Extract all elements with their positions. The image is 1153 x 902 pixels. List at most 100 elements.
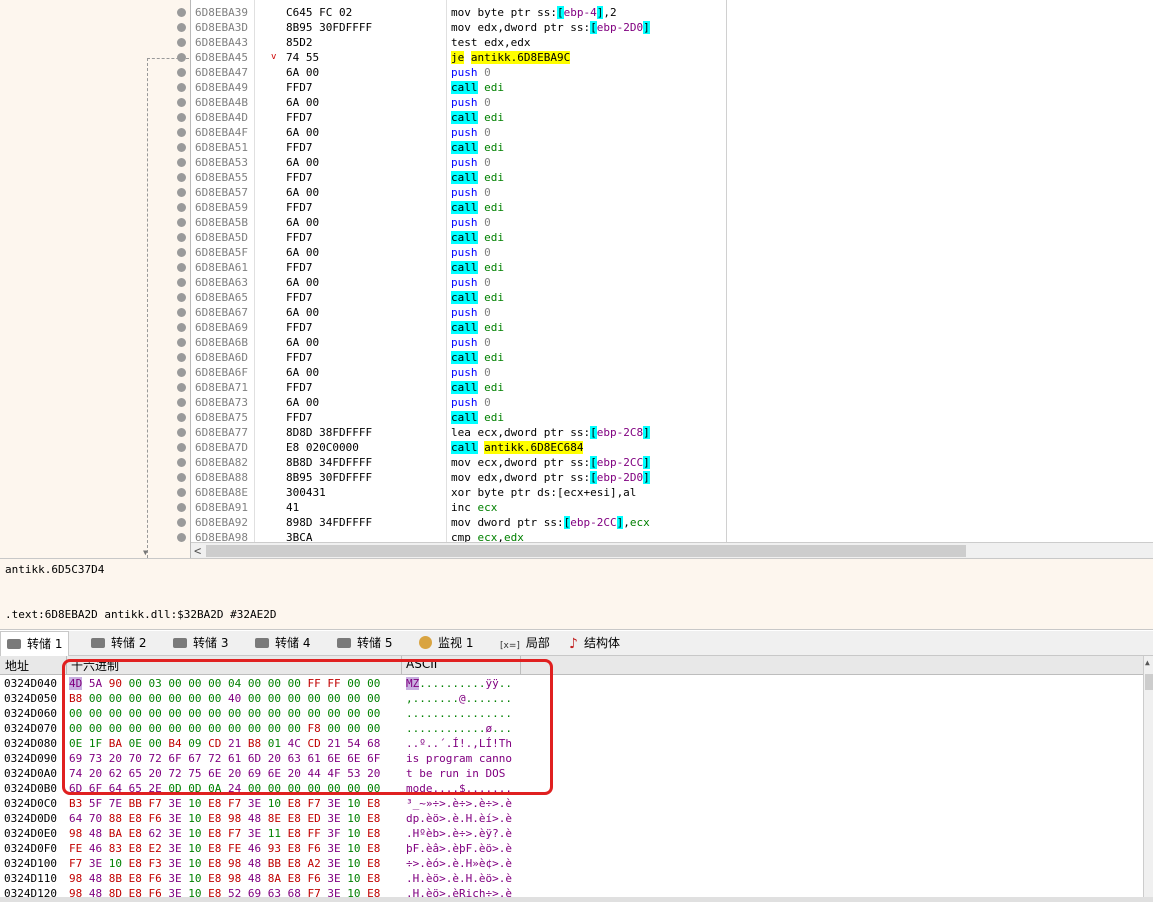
- hex-byte[interactable]: E8: [367, 842, 380, 855]
- hex-byte[interactable]: 00: [89, 707, 102, 720]
- hex-byte[interactable]: 0E: [69, 737, 82, 750]
- hex-byte[interactable]: 61: [308, 752, 321, 765]
- hex-byte[interactable]: 00: [268, 692, 281, 705]
- hex-byte[interactable]: E8: [208, 797, 221, 810]
- hex-byte[interactable]: 72: [149, 752, 162, 765]
- breakpoint-dot-icon[interactable]: [177, 443, 186, 452]
- dump-row[interactable]: 0324D040 4D 5A 90 00 03 00 00 00 04 00 00…: [0, 676, 1143, 691]
- hex-byte[interactable]: E8: [367, 857, 380, 870]
- hex-byte[interactable]: E2: [149, 842, 162, 855]
- hex-byte[interactable]: E8: [288, 827, 301, 840]
- hex-byte[interactable]: 00: [69, 722, 82, 735]
- disasm-row[interactable]: 6D8EBA73 6A 00 push 0: [177, 395, 726, 410]
- hex-byte[interactable]: 00: [248, 782, 261, 795]
- hex-byte[interactable]: 00: [367, 692, 380, 705]
- dump-row[interactable]: 0324D110 98 48 8B E8 F6 3E 10 E8 98 48 8A…: [0, 871, 1143, 886]
- hex-byte[interactable]: 00: [149, 722, 162, 735]
- disasm-row[interactable]: 6D8EBA45 v 74 55 je antikk.6D8EBA9C: [177, 50, 726, 65]
- hex-byte[interactable]: 00: [248, 707, 261, 720]
- hex-byte[interactable]: 00: [367, 707, 380, 720]
- vertical-scrollbar[interactable]: ▲: [1143, 656, 1153, 902]
- breakpoint-dot-icon[interactable]: [177, 503, 186, 512]
- hex-byte[interactable]: 3E: [168, 857, 181, 870]
- hex-byte[interactable]: E8: [367, 872, 380, 885]
- hex-byte[interactable]: 3E: [327, 812, 340, 825]
- hex-byte[interactable]: 00: [268, 707, 281, 720]
- hex-byte[interactable]: 20: [228, 767, 241, 780]
- disasm-row[interactable]: 6D8EBA65 FFD7 call edi: [177, 290, 726, 305]
- hex-byte[interactable]: E8: [129, 872, 142, 885]
- hex-byte[interactable]: 3E: [327, 857, 340, 870]
- hex-byte[interactable]: 20: [89, 767, 102, 780]
- hex-byte[interactable]: 11: [268, 827, 281, 840]
- scroll-up-icon[interactable]: ▲: [1145, 658, 1150, 667]
- hex-byte[interactable]: BB: [129, 797, 142, 810]
- tab-5[interactable]: 转储 5: [331, 631, 398, 655]
- breakpoint-dot-icon[interactable]: [177, 83, 186, 92]
- hex-byte[interactable]: 68: [367, 737, 380, 750]
- dump-row[interactable]: 0324D050 B8 00 00 00 00 00 00 00 40 00 00…: [0, 691, 1143, 706]
- hex-byte[interactable]: 1F: [89, 737, 102, 750]
- breakpoint-dot-icon[interactable]: [177, 23, 186, 32]
- hex-byte[interactable]: 00: [69, 707, 82, 720]
- hex-byte[interactable]: 01: [268, 737, 281, 750]
- hex-byte[interactable]: 6E: [327, 752, 340, 765]
- hex-byte[interactable]: 0A: [208, 782, 221, 795]
- hex-byte[interactable]: 7E: [109, 797, 122, 810]
- hex-byte[interactable]: 73: [89, 752, 102, 765]
- breakpoint-dot-icon[interactable]: [177, 533, 186, 542]
- breakpoint-dot-icon[interactable]: [177, 353, 186, 362]
- hex-byte[interactable]: 48: [248, 872, 261, 885]
- scroll-left-icon[interactable]: <: [194, 544, 201, 558]
- hex-byte[interactable]: 5F: [89, 797, 102, 810]
- hex-byte[interactable]: B3: [69, 797, 82, 810]
- disasm-row[interactable]: 6D8EBA88 8B95 30FDFFFF mov edx,dword ptr s…: [177, 470, 726, 485]
- hex-byte[interactable]: 0D: [168, 782, 181, 795]
- disasm-row[interactable]: 6D8EBA4D FFD7 call edi: [177, 110, 726, 125]
- header-ascii[interactable]: ASCII: [406, 657, 437, 671]
- disasm-row[interactable]: 6D8EBA57 6A 00 push 0: [177, 185, 726, 200]
- hex-byte[interactable]: E8: [208, 827, 221, 840]
- hex-byte[interactable]: 4F: [327, 767, 340, 780]
- hex-byte[interactable]: FE: [228, 842, 241, 855]
- hex-byte[interactable]: 48: [89, 872, 102, 885]
- breakpoint-dot-icon[interactable]: [177, 263, 186, 272]
- dump-row[interactable]: 0324D0B0 6D 6F 64 65 2E 0D 0D 0A 24 00 00…: [0, 781, 1143, 796]
- hex-byte[interactable]: 00: [188, 692, 201, 705]
- hex-byte[interactable]: 00: [89, 692, 102, 705]
- hex-byte[interactable]: 3E: [168, 842, 181, 855]
- hex-byte[interactable]: 00: [308, 782, 321, 795]
- disasm-row[interactable]: 6D8EBA6D FFD7 call edi: [177, 350, 726, 365]
- hex-byte[interactable]: F7: [308, 797, 321, 810]
- hex-byte[interactable]: 00: [347, 677, 360, 690]
- hex-byte[interactable]: 00: [208, 707, 221, 720]
- disasm-row[interactable]: 6D8EBA59 FFD7 call edi: [177, 200, 726, 215]
- hex-byte[interactable]: F6: [149, 812, 162, 825]
- tab-6[interactable]: 监视 1: [413, 631, 479, 655]
- hex-byte[interactable]: E8: [129, 842, 142, 855]
- hex-byte[interactable]: F3: [149, 857, 162, 870]
- hex-byte[interactable]: 20: [288, 767, 301, 780]
- dump-row[interactable]: 0324D0E0 98 48 BA E8 62 3E 10 E8 F7 3E 11…: [0, 826, 1143, 841]
- dump-row[interactable]: 0324D0C0 B3 5F 7E BB F7 3E 10 E8 F7 3E 10…: [0, 796, 1143, 811]
- disassembly-view[interactable]: ▼ 6D8EBA39 C645 FC 02 mov byte ptr ss:[ebp…: [0, 0, 1153, 559]
- hex-byte[interactable]: 00: [347, 722, 360, 735]
- hex-byte[interactable]: 88: [109, 812, 122, 825]
- hex-byte[interactable]: 10: [188, 842, 201, 855]
- hex-byte[interactable]: 10: [347, 857, 360, 870]
- disasm-row[interactable]: 6D8EBA91 41 inc ecx: [177, 500, 726, 515]
- hex-byte[interactable]: 00: [367, 677, 380, 690]
- dump-row[interactable]: 0324D0F0 FE 46 83 E8 E2 3E 10 E8 FE 46 93…: [0, 841, 1143, 856]
- hex-byte[interactable]: 98: [228, 872, 241, 885]
- dump-row[interactable]: 0324D0D0 64 70 88 E8 F6 3E 10 E8 98 48 8E…: [0, 811, 1143, 826]
- hex-byte[interactable]: FF: [327, 677, 340, 690]
- hex-byte[interactable]: FE: [69, 842, 82, 855]
- hex-byte[interactable]: 00: [168, 677, 181, 690]
- hex-byte[interactable]: 00: [208, 692, 221, 705]
- hex-byte[interactable]: 5A: [89, 677, 102, 690]
- hex-byte[interactable]: 75: [188, 767, 201, 780]
- hex-byte[interactable]: 00: [347, 782, 360, 795]
- header-hex[interactable]: 十六进制: [71, 657, 119, 674]
- hex-byte[interactable]: 74: [69, 767, 82, 780]
- breakpoint-dot-icon[interactable]: [177, 293, 186, 302]
